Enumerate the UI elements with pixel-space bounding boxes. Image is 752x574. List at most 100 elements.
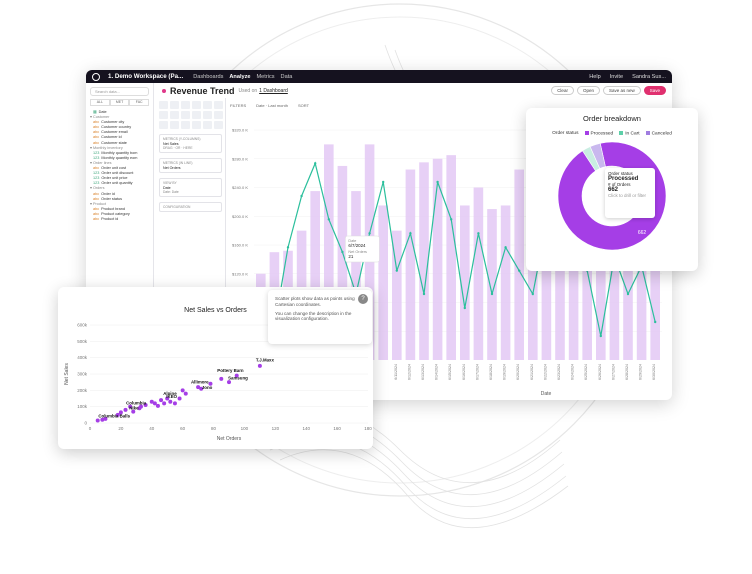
pyramid-icon[interactable] xyxy=(192,121,201,129)
bubble-icon[interactable] xyxy=(181,111,190,119)
save-as-new-button[interactable]: Save as new xyxy=(602,86,641,95)
point-net-orders xyxy=(382,180,385,184)
point-label: Allimore xyxy=(191,379,209,384)
y-tick-label: $240.0 K xyxy=(232,185,248,190)
workspace-switcher[interactable]: 1. Demo Workspace (Pa... xyxy=(108,73,183,80)
point-label: T.J.Maxx xyxy=(256,357,275,362)
visualization-type-picker xyxy=(159,101,223,129)
insight-header: Revenue Trend Used on 1 Dashboard Clear … xyxy=(156,83,672,98)
point-net-orders xyxy=(300,194,303,198)
used-on-label: Used on xyxy=(238,87,258,94)
used-on-link[interactable]: 1 Dashboard xyxy=(259,88,288,94)
point-net-orders xyxy=(518,269,521,272)
y-tick-label: $120.0 K xyxy=(232,271,248,276)
tooltip-metric-value: 21 xyxy=(348,254,353,259)
open-button[interactable]: Open xyxy=(576,86,600,95)
x-tick-label: 6/11/2024 xyxy=(394,364,398,380)
bucket-title: VIEW BY xyxy=(163,181,177,185)
x-tick-label: 100 xyxy=(241,426,249,431)
x-axis-title: Net Orders xyxy=(217,436,242,442)
save-button[interactable]: Save xyxy=(643,86,666,95)
attribute-icon: abc xyxy=(93,191,100,196)
top-bar: 1. Demo Workspace (Pa... Dashboards Anal… xyxy=(86,70,672,83)
x-tick-label: 6/25/2024 xyxy=(584,364,588,380)
catalog-item[interactable]: abc Product id xyxy=(90,217,149,222)
point-net-orders xyxy=(463,306,466,310)
attribute-icon: abc xyxy=(93,211,100,216)
x-tick-label: 6/17/2024 xyxy=(475,364,479,380)
treemap-icon[interactable] xyxy=(214,111,223,119)
y-axis-title: Net Sales xyxy=(64,363,70,385)
filter-all[interactable]: ALL xyxy=(90,99,110,106)
point-net-orders xyxy=(341,250,344,254)
x-tick-label: 6/23/2024 xyxy=(557,364,561,380)
insight-title[interactable]: Revenue Trend xyxy=(170,86,235,96)
x-tick-label: 160 xyxy=(333,426,341,431)
user-menu[interactable]: Sandra Sus... xyxy=(632,74,666,80)
scatter-point xyxy=(219,376,224,381)
configuration-section[interactable]: CONFIGURATION xyxy=(159,202,222,212)
drop-zone[interactable]: DRAG · OR · HERE xyxy=(163,146,218,150)
view-by-bucket: VIEW BY Date Date: Date xyxy=(159,178,222,197)
fact-icon: 123 xyxy=(93,176,100,181)
note-line-1: Scatter plots show data as points using … xyxy=(275,296,355,307)
point-label: Samsung xyxy=(228,375,248,380)
donut-icon[interactable] xyxy=(203,111,212,119)
search-input[interactable]: Search data... xyxy=(90,87,149,96)
metric-net-orders[interactable]: Net Orders xyxy=(163,166,218,170)
bar-chart-icon[interactable] xyxy=(181,101,190,109)
x-tick-label: 60 xyxy=(180,426,186,431)
pie-icon[interactable] xyxy=(192,111,201,119)
headline-icon[interactable] xyxy=(159,111,168,119)
x-tick-label: 120 xyxy=(272,426,280,431)
column-chart-icon[interactable] xyxy=(170,101,179,109)
slice-label: 662 xyxy=(638,230,647,236)
note-line-2: You can change the description in the vi… xyxy=(275,310,352,322)
funnel-icon[interactable] xyxy=(181,121,190,129)
combo-chart-icon[interactable] xyxy=(214,101,223,109)
invite-link[interactable]: Invite xyxy=(610,74,623,80)
point-net-orders xyxy=(286,246,290,249)
x-tick-label: 6/26/2024 xyxy=(598,364,602,380)
filter-facts[interactable]: FAC xyxy=(129,99,150,106)
heatmap-icon[interactable] xyxy=(159,121,168,129)
help-link[interactable]: Help xyxy=(589,74,601,80)
scatter-point xyxy=(227,380,231,385)
nav-dashboards[interactable]: Dashboards xyxy=(193,74,223,80)
nav-data[interactable]: Data xyxy=(281,74,293,80)
x-tick-label: 6/28/2024 xyxy=(625,364,629,380)
bar-net-sales xyxy=(419,162,429,360)
scatter-icon[interactable] xyxy=(170,111,179,119)
sort-label[interactable]: SORT xyxy=(298,103,309,108)
bullet-icon[interactable] xyxy=(170,121,179,129)
point-label: Jono xyxy=(202,385,213,390)
filter-metrics[interactable]: MET xyxy=(109,99,130,106)
line-chart-icon[interactable] xyxy=(192,101,201,109)
catalog-filter: ALL MET FAC xyxy=(90,99,150,106)
scatter-point xyxy=(168,399,173,404)
app-logo-icon[interactable] xyxy=(92,72,100,81)
point-net-orders xyxy=(422,292,426,296)
x-tick-label: 80 xyxy=(211,426,217,431)
description-popover: ? Scatter plots show data as points usin… xyxy=(268,290,372,344)
waterfall-icon[interactable] xyxy=(203,121,212,129)
tooltip-hint: Click to drill or filter xyxy=(608,193,647,199)
attribute-icon: abc xyxy=(93,130,100,135)
info-icon[interactable]: ? xyxy=(358,294,368,304)
geo-icon[interactable] xyxy=(214,121,223,129)
y-tick-label: 500k xyxy=(77,339,88,344)
attribute-icon: abc xyxy=(93,206,100,211)
tooltip-date-value: 6/7/2024 xyxy=(348,243,366,248)
table-icon[interactable] xyxy=(159,101,168,109)
y-tick-label: $320.0 K xyxy=(232,128,248,133)
point-label: Nike xyxy=(129,406,139,411)
x-tick-label: 6/15/2024 xyxy=(448,364,452,380)
area-chart-icon[interactable] xyxy=(203,101,212,109)
y-tick-label: 0 xyxy=(84,421,87,426)
nav-metrics[interactable]: Metrics xyxy=(257,74,275,80)
nav-analyze[interactable]: Analyze xyxy=(229,74,250,80)
view-by-granularity[interactable]: Date: Date xyxy=(163,190,218,194)
bar-net-sales xyxy=(446,155,456,360)
clear-button[interactable]: Clear xyxy=(551,86,574,95)
date-filter[interactable]: Date · Last month xyxy=(256,103,288,108)
